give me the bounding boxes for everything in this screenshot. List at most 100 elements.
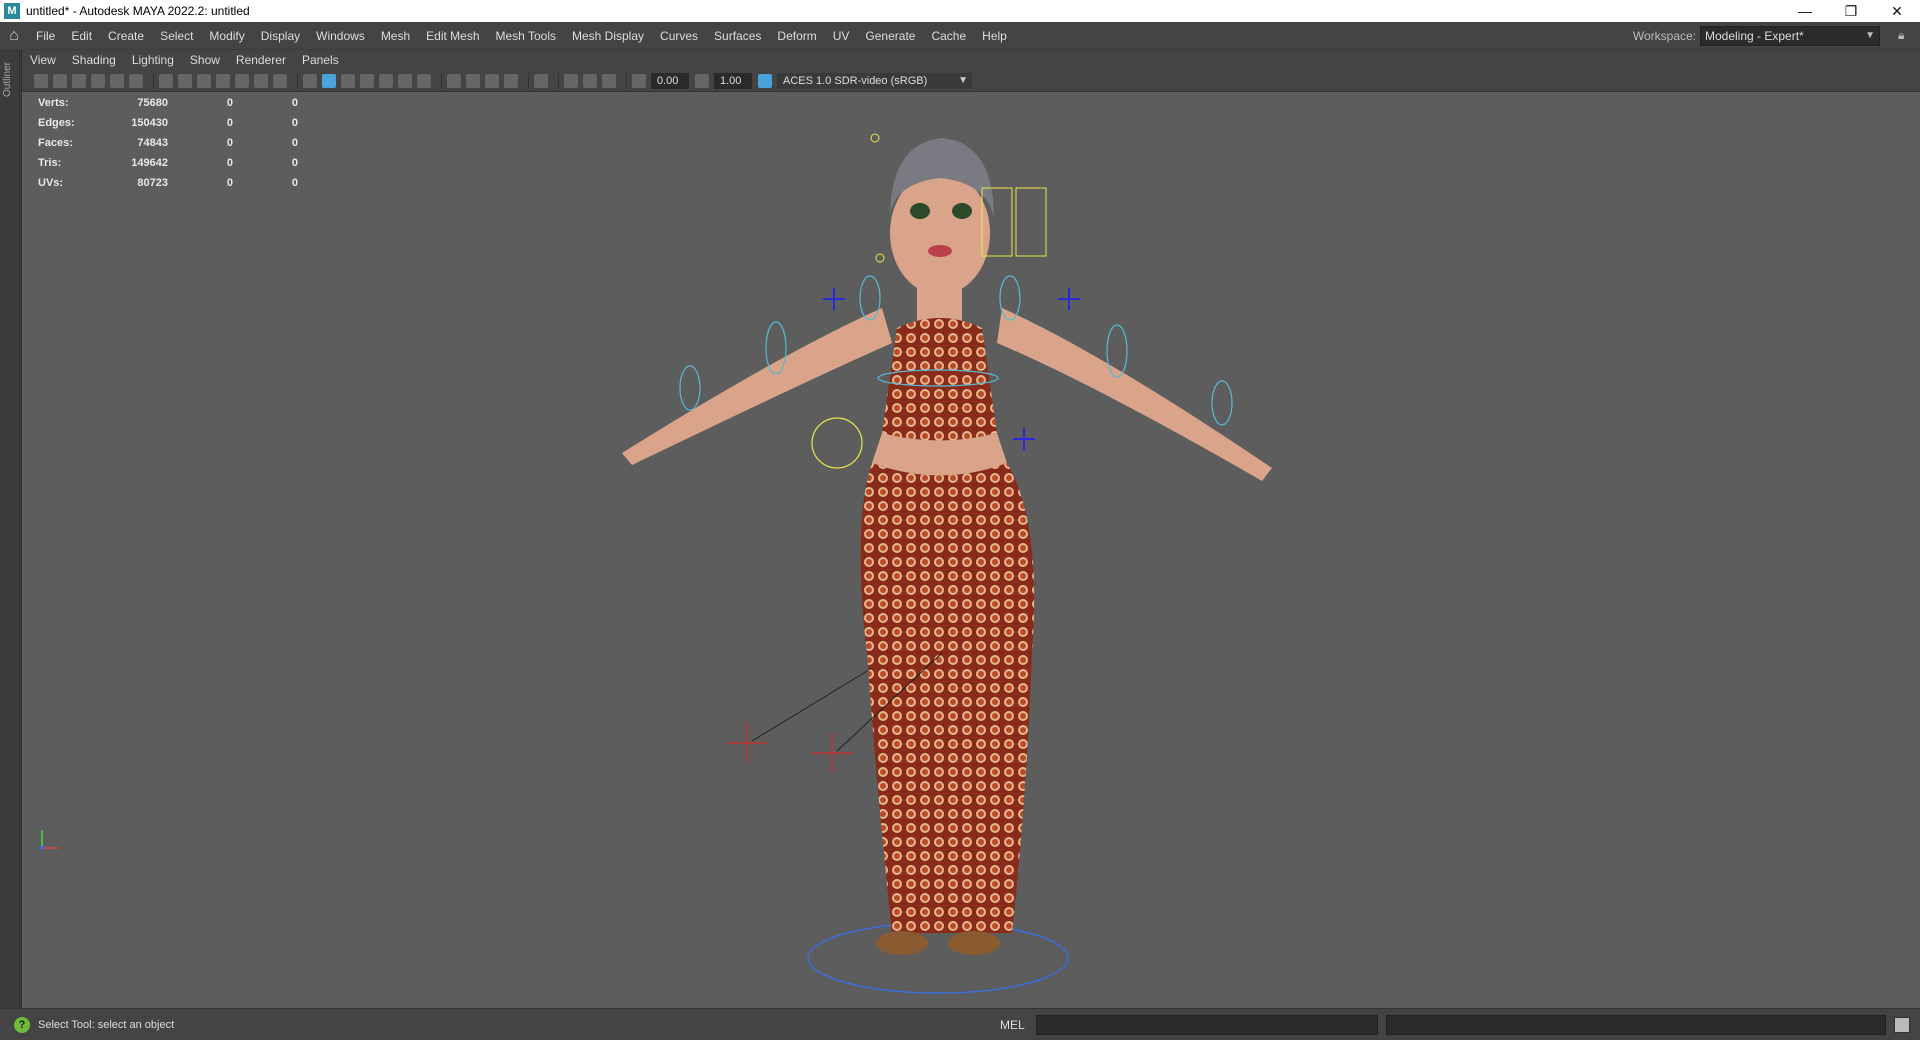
panel-menu-show[interactable]: Show [182,53,228,67]
exposure-field[interactable]: 0.00 [651,72,689,89]
film-gate-icon[interactable] [178,73,192,88]
hip-pole-control[interactable] [1013,428,1035,450]
xray-icon[interactable] [564,73,578,88]
motion-blur-icon[interactable] [466,73,480,88]
screen-space-ao-icon[interactable] [447,73,461,88]
pole-vector-line [751,667,873,742]
chin-control[interactable] [875,253,885,263]
panel-menu-lighting[interactable]: Lighting [124,53,182,67]
menu-help[interactable]: Help [974,22,1015,50]
facial-control-panel-2[interactable] [1015,187,1047,257]
2d-pan-zoom-icon[interactable] [110,73,124,88]
menu-edit[interactable]: Edit [63,22,100,50]
gamma-icon[interactable] [695,73,709,88]
smooth-shade-icon[interactable] [322,73,336,88]
toolbar-separator [441,72,442,89]
chevron-down-icon: ▼ [1865,30,1875,41]
home-icon[interactable]: ⌂ [0,22,28,50]
right-wrist-control[interactable] [1211,380,1233,426]
right-arm-pole-control[interactable] [1058,288,1080,310]
menu-select[interactable]: Select [152,22,201,50]
menu-deform[interactable]: Deform [769,22,824,50]
left-arm [622,308,892,465]
minimize-button[interactable]: — [1782,0,1828,22]
default-material-icon[interactable] [341,73,355,88]
bookmark-icon[interactable] [72,73,86,88]
viewport-panel: View Shading Lighting Show Renderer Pane… [21,50,1920,1008]
safe-title-icon[interactable] [273,73,287,88]
right-eye [952,203,972,219]
panel-menu-renderer[interactable]: Renderer [228,53,294,67]
outliner-label: Outliner [2,62,13,98]
camera-attributes-icon[interactable] [53,73,67,88]
toolbar-separator [558,72,559,89]
close-button[interactable]: ✕ [1874,0,1920,22]
xray-active-icon[interactable] [583,73,597,88]
shadows-icon[interactable] [417,73,431,88]
field-chart-icon[interactable] [235,73,249,88]
view-transform-dropdown[interactable]: ACES 1.0 SDR-video (sRGB) ▼ [777,72,972,89]
gamma-field[interactable]: 1.00 [714,72,752,89]
menu-display[interactable]: Display [253,22,308,50]
head-top-control[interactable] [870,133,880,143]
panel-menu-panels[interactable]: Panels [294,53,347,67]
lock-icon[interactable]: 🔒︎ [1898,28,1910,42]
mel-label[interactable]: MEL [1000,1018,1025,1032]
panel-toolbar: 0.00 1.00 ACES 1.0 SDR-video (sRGB) ▼ [22,70,1920,92]
resolution-gate-icon[interactable] [197,73,211,88]
grid-icon[interactable] [159,73,173,88]
menu-mesh-tools[interactable]: Mesh Tools [488,22,564,50]
menu-modify[interactable]: Modify [201,22,252,50]
menu-generate[interactable]: Generate [857,22,923,50]
left-shoulder-control[interactable] [859,275,881,321]
panel-menu-view[interactable]: View [22,53,64,67]
toolbar-separator [297,72,298,89]
menu-surfaces[interactable]: Surfaces [706,22,769,50]
menu-curves[interactable]: Curves [652,22,706,50]
right-knee-pole-control[interactable] [812,733,852,773]
menu-create[interactable]: Create [100,22,152,50]
hip-control[interactable] [811,417,863,469]
safe-action-icon[interactable] [254,73,268,88]
wireframe-icon[interactable] [303,73,317,88]
halter-top [882,318,997,441]
depth-of-field-icon[interactable] [504,73,518,88]
image-plane-icon[interactable] [91,73,105,88]
menu-edit-mesh[interactable]: Edit Mesh [418,22,487,50]
workspace-value: Modeling - Expert* [1705,29,1804,43]
menu-mesh-display[interactable]: Mesh Display [564,22,652,50]
left-knee-pole-control[interactable] [727,723,767,763]
menu-mesh[interactable]: Mesh [373,22,418,50]
root-control-circle[interactable] [807,922,1069,994]
script-editor-icon[interactable] [1894,1017,1910,1033]
character-model[interactable] [22,93,1920,1008]
grease-pencil-icon[interactable] [129,73,143,88]
outliner-tab[interactable]: Outliner [0,50,20,1008]
menu-windows[interactable]: Windows [308,22,373,50]
toolbar-separator [528,72,529,89]
menu-file[interactable]: File [28,22,63,50]
menu-uv[interactable]: UV [825,22,858,50]
panel-menu-shading[interactable]: Shading [64,53,124,67]
gate-mask-icon[interactable] [216,73,230,88]
wireframe-on-shaded-icon[interactable] [360,73,374,88]
window-controls: — ❐ ✕ [1782,0,1920,22]
select-camera-icon[interactable] [34,73,48,88]
anti-aliasing-icon[interactable] [485,73,499,88]
view-transform-value: ACES 1.0 SDR-video (sRGB) [783,74,928,87]
workspace-dropdown[interactable]: Modeling - Expert* ▼ [1700,26,1880,46]
toolbar-separator [626,72,627,89]
xray-joints-icon[interactable] [602,73,616,88]
menu-cache[interactable]: Cache [923,22,974,50]
left-wrist-control[interactable] [679,365,701,411]
exposure-icon[interactable] [632,73,646,88]
maya-app-icon: M [4,3,20,19]
isolate-select-icon[interactable] [534,73,548,88]
color-management-icon[interactable] [758,73,772,88]
restore-button[interactable]: ❐ [1828,0,1874,22]
textured-icon[interactable] [379,73,393,88]
mel-command-input[interactable] [1036,1015,1378,1035]
3d-viewport[interactable]: Verts: 75680 0 0 Edges: 150430 0 0 Faces… [22,93,1920,1008]
use-all-lights-icon[interactable] [398,73,412,88]
left-arm-pole-control[interactable] [823,288,845,310]
